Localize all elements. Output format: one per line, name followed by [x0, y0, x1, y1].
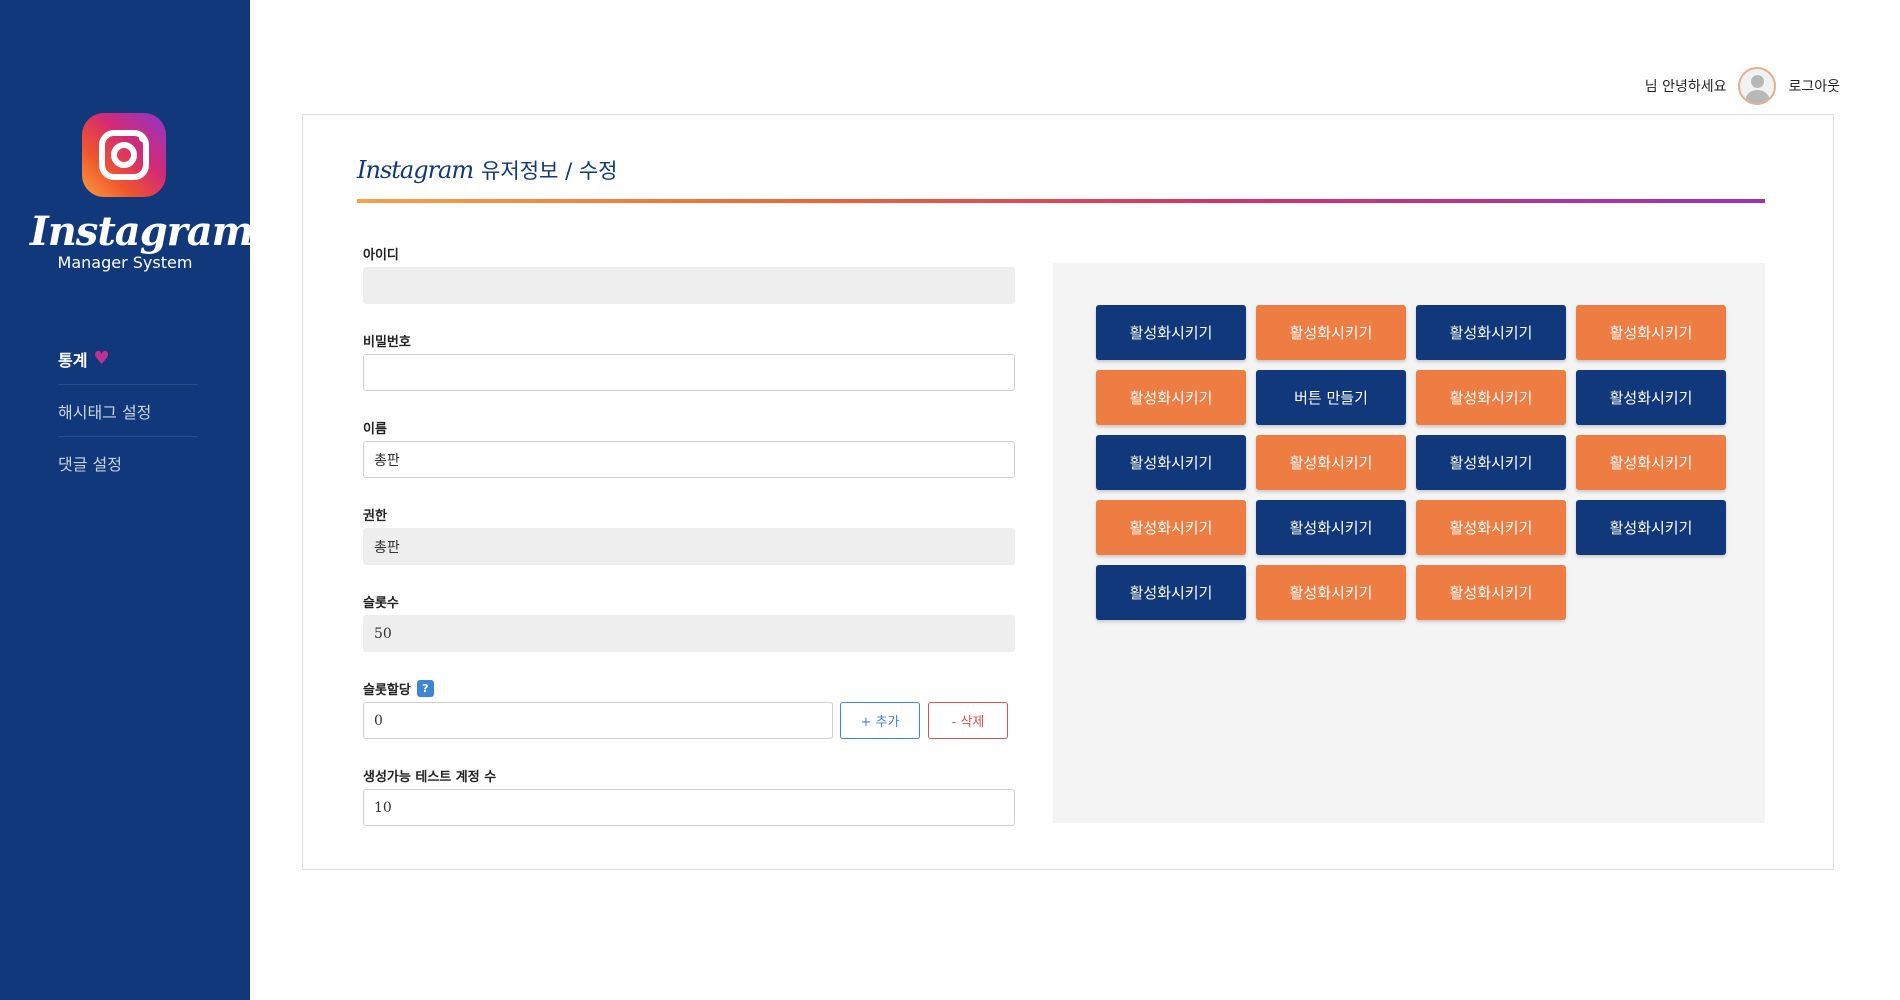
activate-button[interactable]: 활성화시키기 — [1416, 305, 1566, 360]
sidebar-item-hashtag-settings[interactable]: 해시태그 설정 — [58, 385, 198, 437]
activate-button[interactable]: 활성화시키기 — [1096, 305, 1246, 360]
role-label: 권한 — [363, 508, 387, 524]
user-bar: 님 안녕하세요 로그아웃 — [1645, 66, 1840, 106]
action-button-panel: 활성화시키기 활성화시키기 활성화시키기 활성화시키기 활성화시키기 버튼 만들기 활성화시… — [1053, 263, 1765, 823]
password-field[interactable] — [363, 354, 1015, 391]
avatar-head — [1751, 75, 1765, 88]
slot-count-field: 50 — [363, 615, 1015, 652]
sidebar-item-label: 통계 — [58, 350, 88, 370]
test-accounts-field-group: 생성가능 테스트 계정 수 10 — [363, 761, 1015, 848]
action-button-grid: 활성화시키기 활성화시키기 활성화시키기 활성화시키기 활성화시키기 버튼 만들기 활성화시… — [1096, 305, 1726, 620]
sidebar-item-label: 댓글 설정 — [58, 455, 122, 474]
slot-assign-row: 0 + 추가 - 삭제 — [363, 702, 1015, 739]
activate-button[interactable]: 활성화시키기 — [1576, 500, 1726, 555]
help-icon[interactable]: ? — [416, 679, 434, 697]
activate-button[interactable]: 활성화시키기 — [1576, 305, 1726, 360]
activate-button[interactable]: 활성화시키기 — [1096, 500, 1246, 555]
make-button-button[interactable]: 버튼 만들기 — [1256, 370, 1406, 425]
logo-dot — [139, 135, 146, 142]
id-label: 아이디 — [363, 247, 399, 263]
slot-assign-input[interactable]: 0 — [363, 702, 833, 739]
name-label: 이름 — [363, 421, 387, 437]
name-field-group: 이름 총판 — [363, 413, 1015, 500]
activate-button[interactable]: 활성화시키기 — [1576, 435, 1726, 490]
sidebar-item-stats[interactable]: 통계 ♥ — [58, 333, 198, 385]
activate-button[interactable]: 활성화시키기 — [1256, 435, 1406, 490]
role-field: 총판 — [363, 528, 1015, 565]
slot-assign-field-group: 슬롯할당 ? 0 + 추가 - 삭제 — [363, 674, 1015, 761]
logo-lens — [111, 142, 137, 168]
activate-button[interactable]: 활성화시키기 — [1096, 370, 1246, 425]
test-accounts-field[interactable]: 10 — [363, 789, 1015, 826]
user-avatar-icon[interactable] — [1738, 67, 1777, 105]
greeting-text: 님 안녕하세요 — [1644, 79, 1727, 95]
activate-button[interactable]: 활성화시키기 — [1416, 435, 1566, 490]
activate-button[interactable]: 활성화시키기 — [1576, 370, 1726, 425]
activate-button[interactable]: 활성화시키기 — [1096, 435, 1246, 490]
role-field-group: 권한 총판 — [363, 500, 1015, 587]
user-form: 아이디 비밀번호 이름 총판 권한 총판 슬롯수 50 슬롯할당 ? 0 + 추… — [363, 239, 1015, 848]
password-label: 비밀번호 — [363, 334, 411, 350]
brand-name: Instagram — [30, 208, 254, 255]
test-accounts-label: 생성가능 테스트 계정 수 — [363, 769, 497, 785]
user-info-card: Instagram 유저정보 / 수정 아이디 비밀번호 이름 총판 권한 총판… — [302, 114, 1834, 870]
brand-subtitle: Manager System — [57, 253, 193, 272]
delete-slot-button[interactable]: - 삭제 — [928, 702, 1008, 739]
activate-button[interactable]: 활성화시키기 — [1256, 500, 1406, 555]
logout-link[interactable]: 로그아웃 — [1788, 76, 1840, 96]
name-field[interactable]: 총판 — [363, 441, 1015, 478]
sidebar-nav: 통계 ♥ 해시태그 설정 댓글 설정 — [58, 333, 198, 489]
slot-count-label: 슬롯수 — [363, 595, 399, 611]
activate-button[interactable]: 활성화시키기 — [1416, 500, 1566, 555]
slot-assign-label: 슬롯할당 — [363, 682, 411, 698]
activate-button[interactable]: 활성화시키기 — [1096, 565, 1246, 620]
heart-icon: ♥ — [93, 348, 110, 369]
page-title: Instagram 유저정보 / 수정 — [357, 155, 617, 185]
sidebar: Instagram Manager System 통계 ♥ 해시태그 설정 댓글… — [0, 0, 254, 1000]
id-field — [363, 267, 1015, 304]
activate-button[interactable]: 활성화시키기 — [1416, 370, 1566, 425]
id-field-group: 아이디 — [363, 239, 1015, 326]
activate-button[interactable]: 활성화시키기 — [1256, 305, 1406, 360]
activate-button[interactable]: 활성화시키기 — [1256, 565, 1406, 620]
sidebar-item-comment-settings[interactable]: 댓글 설정 — [58, 437, 198, 489]
password-field-group: 비밀번호 — [363, 326, 1015, 413]
avatar-body — [1745, 90, 1771, 103]
slot-count-field-group: 슬롯수 50 — [363, 587, 1015, 674]
add-slot-button[interactable]: + 추가 — [840, 702, 920, 739]
slot-assign-label-row: 슬롯할당 ? — [363, 674, 1015, 702]
title-script: Instagram — [357, 156, 474, 184]
sidebar-item-label: 해시태그 설정 — [58, 402, 152, 422]
activate-button[interactable]: 활성화시키기 — [1416, 565, 1566, 620]
instagram-logo-icon[interactable] — [82, 113, 166, 197]
title-text: 유저정보 / 수정 — [481, 159, 618, 183]
title-gradient-divider — [357, 199, 1765, 203]
